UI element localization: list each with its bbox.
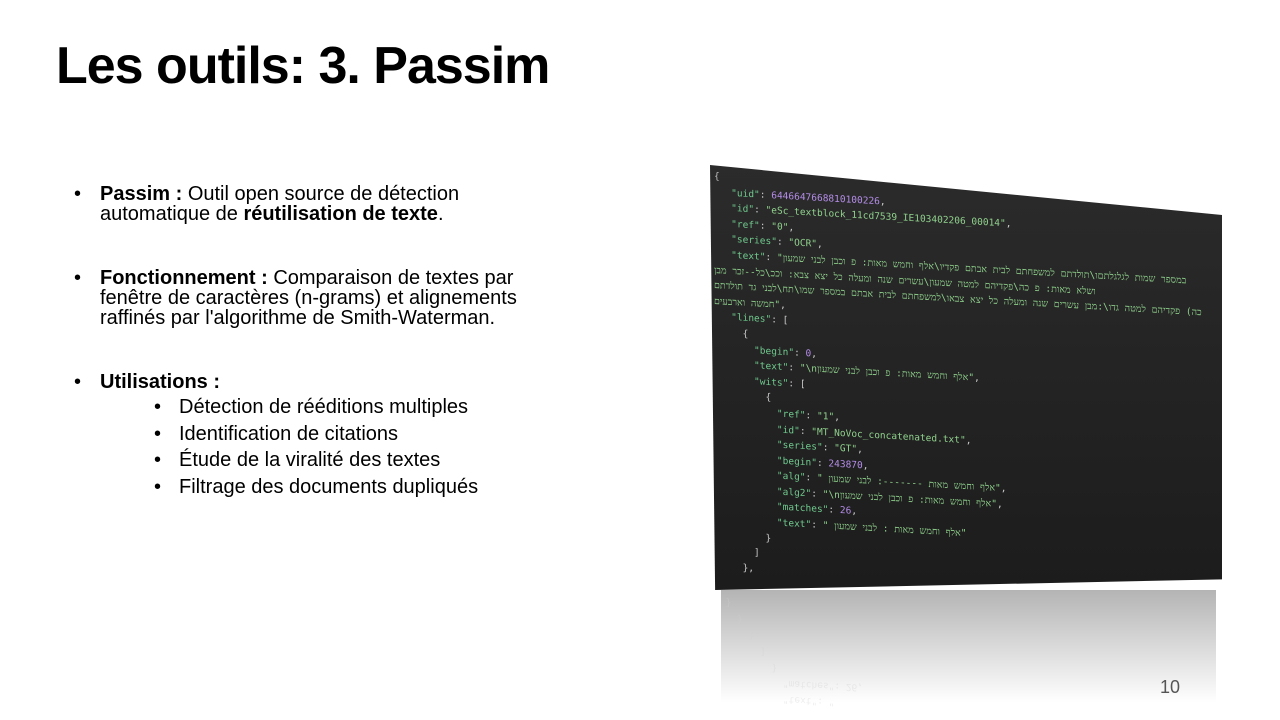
code-wit-begin: 243870 bbox=[828, 458, 863, 472]
code-line-text: \nאלף וחמש מאות: פ וכבן לבני שמעון bbox=[805, 363, 969, 384]
bullet-label: Fonctionnement : bbox=[100, 267, 268, 289]
code-ref: 0 bbox=[776, 221, 783, 233]
code-uid: 6446647668810100226 bbox=[771, 189, 880, 207]
bullet-fonctionnement: Fonctionnement : Comparaison de textes p… bbox=[74, 268, 554, 328]
code-text-line: חמשה וארבעים bbox=[714, 295, 775, 311]
bullet-label: Utilisations : bbox=[100, 371, 221, 393]
code-screenshot: { "uid": 6446647668810100226, "id": "eSc… bbox=[710, 165, 1222, 590]
sub-bullet-item: Détection de rééditions multiples bbox=[154, 394, 554, 421]
sub-bullet-list: Détection de rééditions multiples Identi… bbox=[100, 394, 554, 500]
code-wit-matches: 26 bbox=[839, 505, 852, 518]
code-series: OCR bbox=[794, 237, 812, 250]
slide-title: Les outils: 3. Passim bbox=[56, 37, 550, 95]
bullet-utilisations: Utilisations : Détection de rééditions m… bbox=[74, 372, 554, 500]
json-code-block: { "uid": 6446647668810100226, "id": "eSc… bbox=[714, 171, 1202, 575]
code-id: eSc_textblock_11cd7539_IE103402206_00014 bbox=[771, 205, 1001, 230]
bullet-passim: Passim : Outil open source de détection … bbox=[74, 184, 554, 224]
page-number: 10 bbox=[1160, 677, 1181, 697]
code-line-begin: 0 bbox=[805, 347, 812, 359]
bullet-text-end: . bbox=[437, 203, 444, 225]
sub-bullet-item: Filtrage des documents dupliqués bbox=[154, 474, 554, 501]
reflection-code: "text": " "matches": 26, } ] }, } } bbox=[725, 596, 863, 707]
code-wit-ref: 1 bbox=[822, 410, 829, 423]
sub-bullet-item: Étude de la viralité des textes bbox=[154, 447, 554, 474]
code-screenshot-reflection: "text": " "matches": 26, } ] }, } } bbox=[721, 590, 1216, 715]
code-wit-series: GT bbox=[839, 443, 852, 455]
bullet-emphasis: réutilisation de texte bbox=[243, 203, 438, 225]
bullet-list: Passim : Outil open source de détection … bbox=[74, 184, 554, 500]
sub-bullet-item: Identification de citations bbox=[154, 421, 554, 448]
bullet-label: Passim : bbox=[100, 183, 183, 205]
code-wit-text: אלף וחמש מאות : לבני שמעון bbox=[828, 520, 961, 539]
